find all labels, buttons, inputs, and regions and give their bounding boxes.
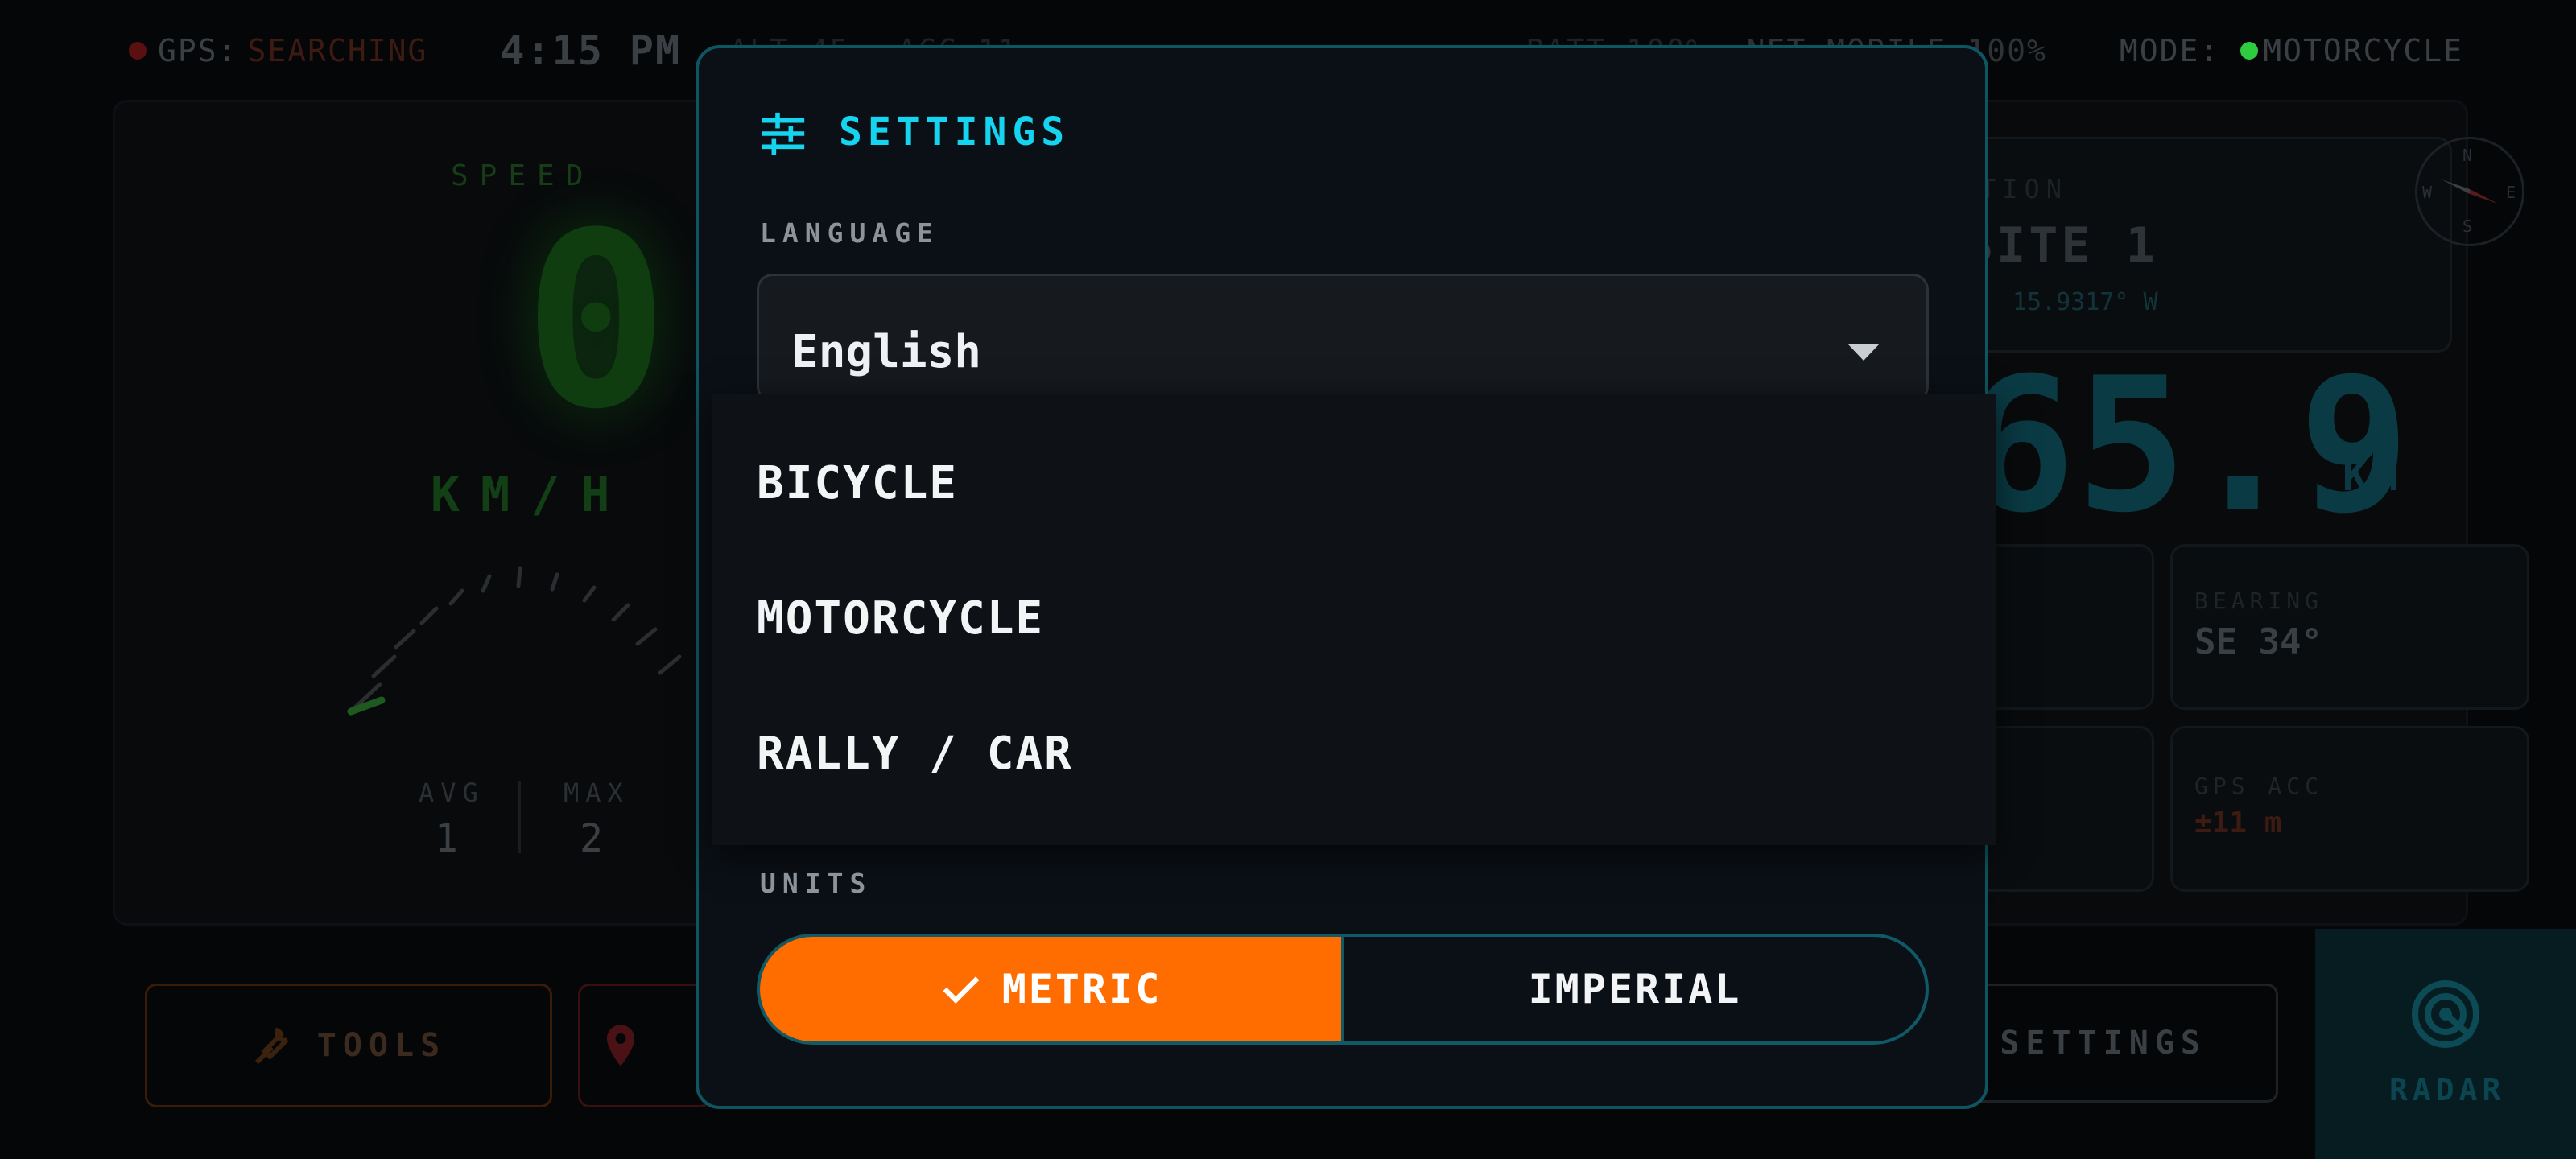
compass-needle-icon [2442, 179, 2498, 204]
units-toggle: METRIC IMPERIAL [757, 934, 1929, 1045]
speed-gauge [347, 566, 682, 716]
language-label: LANGUAGE [760, 217, 939, 249]
gps-accuracy-label: GPS ACC [2194, 773, 2324, 799]
settings-label: SETTINGS [2000, 1025, 2207, 1062]
gps-label: GPS: [158, 33, 238, 68]
gps-status: SEARCHING [247, 33, 428, 68]
check-icon [943, 976, 980, 1004]
compass-e: E [2506, 183, 2516, 202]
compass-s: S [2462, 217, 2473, 236]
max-value: 2 [580, 816, 603, 861]
mode-dot [2240, 42, 2259, 60]
mode-value: MOTORCYCLE [2263, 33, 2463, 68]
radar-label: RADAR [2389, 1072, 2506, 1107]
metric-button[interactable]: METRIC [760, 937, 1344, 1041]
mode-label: MODE: [2119, 33, 2220, 68]
chevron-down-icon[interactable] [1848, 344, 1879, 361]
speed-value: 0 [523, 181, 669, 462]
imperial-button[interactable]: IMPERIAL [1344, 937, 1926, 1041]
stat-divider [518, 781, 521, 853]
distance-value: 65.9 [1964, 339, 2410, 554]
destination-coordinates: 15.9317° W [2013, 288, 2158, 316]
option-rally-car[interactable]: RALLY / CAR [757, 728, 1073, 780]
navigation-label: TION [1980, 174, 2069, 204]
option-bicycle[interactable]: BICYCLE [757, 457, 958, 509]
settings-button[interactable]: SETTINGS [1964, 984, 2278, 1103]
bearing-value: SE 34° [2194, 621, 2322, 662]
destination-name: SITE 1 [1964, 217, 2158, 274]
avg-value: 1 [435, 816, 458, 861]
units-label: UNITS [760, 868, 873, 899]
avg-label: AVG [419, 777, 485, 808]
metric-label: METRIC [1001, 966, 1162, 1013]
tools-label: TOOLS [316, 1027, 447, 1064]
language-value: English [791, 326, 982, 378]
tools-button[interactable]: TOOLS [145, 984, 552, 1107]
wrench-icon [254, 1027, 289, 1064]
radar-icon [2412, 980, 2479, 1048]
max-label: MAX [564, 777, 630, 808]
location-pin-icon [606, 1025, 635, 1066]
bearing-label: BEARING [2194, 588, 2324, 614]
clock: 4:15 PM [500, 27, 682, 74]
compass: N E S W [2415, 137, 2524, 246]
option-motorcycle[interactable]: MOTORCYCLE [757, 592, 1044, 645]
imperial-label: IMPERIAL [1528, 966, 1742, 1013]
compass-w: W [2422, 183, 2433, 202]
sliders-icon [762, 112, 805, 155]
gps-status-dot [129, 42, 147, 60]
radar-button[interactable]: RADAR [2315, 929, 2576, 1159]
location-button[interactable] [578, 984, 712, 1107]
compass-n: N [2462, 146, 2473, 165]
speed-unit: KM/H [431, 467, 631, 523]
distance-unit: KM [2343, 452, 2403, 501]
dialog-title: SETTINGS [839, 109, 1071, 155]
gps-accuracy-value: ±11 m [2194, 806, 2282, 839]
